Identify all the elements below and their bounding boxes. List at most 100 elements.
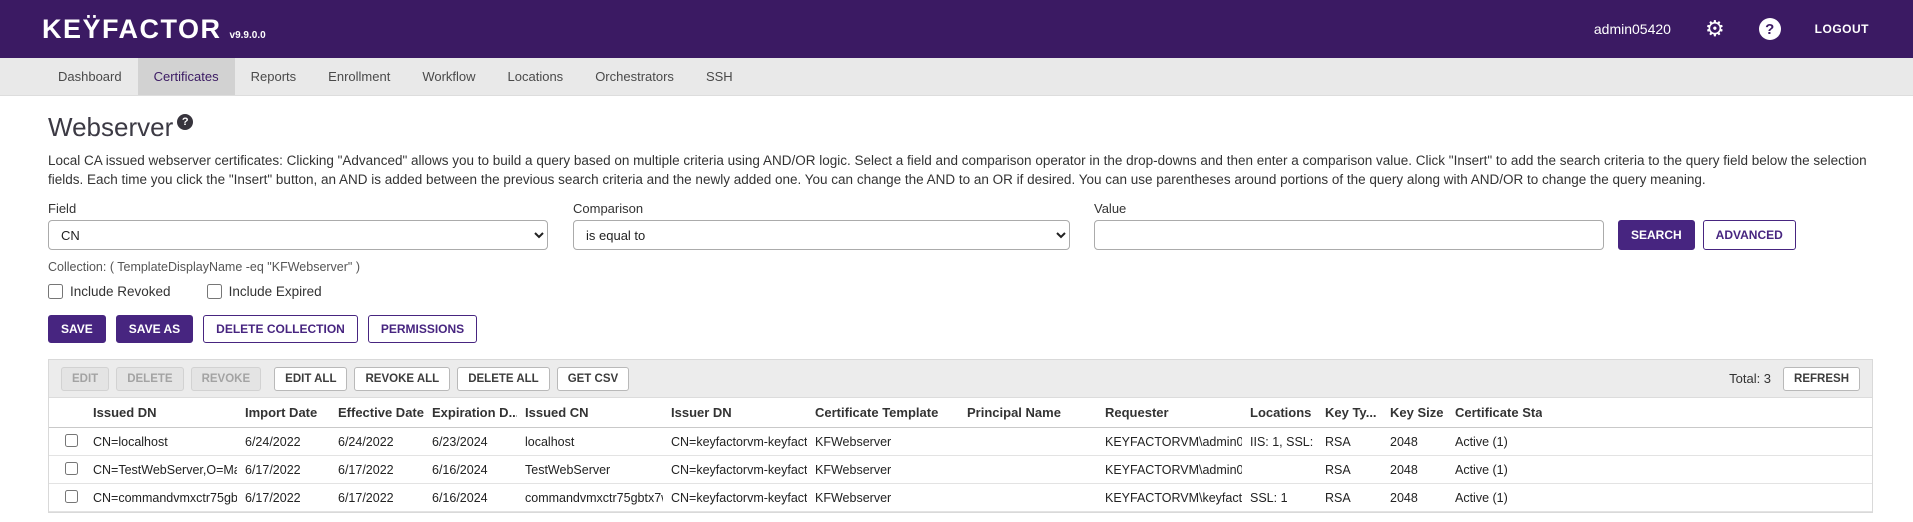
row-checkbox[interactable] <box>65 462 78 475</box>
edit-all-button[interactable]: EDIT ALL <box>274 367 347 391</box>
nav-item-dashboard[interactable]: Dashboard <box>42 58 138 95</box>
value-label: Value <box>1094 201 1604 216</box>
table-cell: KFWebserver <box>807 484 959 512</box>
row-checkbox-cell <box>49 428 85 456</box>
settings-gear-icon[interactable]: ⚙ <box>1705 18 1725 40</box>
table-cell: CN=localhost <box>85 428 237 456</box>
revoke-button[interactable]: REVOKE <box>191 367 262 391</box>
revoke-all-button[interactable]: REVOKE ALL <box>354 367 450 391</box>
table-cell: 2048 <box>1382 484 1447 512</box>
table-cell: localhost <box>517 428 663 456</box>
table-cell: SSL: 1 <box>1242 484 1317 512</box>
title-help-icon[interactable]: ? <box>177 114 193 130</box>
page-title: Webserver <box>48 112 173 143</box>
row-checkbox-cell <box>49 456 85 484</box>
app-version: v9.9.0.0 <box>230 30 266 41</box>
table-cell <box>959 456 1097 484</box>
edit-button[interactable]: EDIT <box>61 367 109 391</box>
row-checkbox[interactable] <box>65 490 78 503</box>
search-form: Field CN Comparison is equal to Value SE… <box>48 201 1873 250</box>
column-header[interactable]: Issuer DN <box>663 398 807 428</box>
table-body: CN=localhost6/24/20226/24/20226/23/2024l… <box>49 428 1872 512</box>
delete-all-button[interactable]: DELETE ALL <box>457 367 550 391</box>
table-cell: KFWebserver <box>807 428 959 456</box>
table-cell: RSA <box>1317 484 1382 512</box>
nav-item-certificates[interactable]: Certificates <box>138 58 235 95</box>
nav-item-workflow[interactable]: Workflow <box>406 58 491 95</box>
column-header[interactable]: Import Date <box>237 398 330 428</box>
value-input[interactable] <box>1094 220 1604 250</box>
table-cell: TestWebServer <box>517 456 663 484</box>
cell-filler <box>1542 484 1872 512</box>
search-button[interactable]: SEARCH <box>1618 220 1695 250</box>
table-cell <box>959 428 1097 456</box>
table-toolbar: EDIT DELETE REVOKE EDIT ALL REVOKE ALL D… <box>49 360 1872 398</box>
cell-filler <box>1542 456 1872 484</box>
nav-item-orchestrators[interactable]: Orchestrators <box>579 58 690 95</box>
table-cell: CN=keyfactorvm-keyfactor-... <box>663 456 807 484</box>
column-header[interactable]: Key Size <box>1382 398 1447 428</box>
table-row[interactable]: CN=commandvmxctr75gbtx...6/17/20226/17/2… <box>49 484 1872 512</box>
table-cell: 6/17/2022 <box>237 484 330 512</box>
column-header[interactable]: Issued DN <box>85 398 237 428</box>
field-select[interactable]: CN <box>48 220 548 250</box>
delete-collection-button[interactable]: DELETE COLLECTION <box>203 315 358 343</box>
header-help-icon[interactable]: ? <box>1759 18 1781 40</box>
comparison-select[interactable]: is equal to <box>573 220 1070 250</box>
nav-item-enrollment[interactable]: Enrollment <box>312 58 406 95</box>
comparison-label: Comparison <box>573 201 1070 216</box>
filter-options: Include Revoked Include Expired <box>48 284 1873 299</box>
refresh-button[interactable]: REFRESH <box>1783 367 1860 391</box>
table-cell: 2048 <box>1382 456 1447 484</box>
column-header[interactable]: Principal Name <box>959 398 1097 428</box>
include-revoked-option[interactable]: Include Revoked <box>48 284 171 299</box>
table-cell: Active (1) <box>1447 456 1542 484</box>
table-cell: 6/16/2024 <box>424 456 517 484</box>
save-button[interactable]: SAVE <box>48 315 106 343</box>
get-csv-button[interactable]: GET CSV <box>557 367 629 391</box>
keyfactor-logo: KEŸFACTOR <box>42 14 222 45</box>
table-cell: 6/23/2024 <box>424 428 517 456</box>
row-checkbox-cell <box>49 484 85 512</box>
table-header: Issued DNImport DateEffective DateExpira… <box>49 398 1872 428</box>
column-header[interactable]: Requester <box>1097 398 1242 428</box>
table-cell: RSA <box>1317 428 1382 456</box>
delete-button[interactable]: DELETE <box>116 367 183 391</box>
nav-item-ssh[interactable]: SSH <box>690 58 749 95</box>
logout-button[interactable]: LOGOUT <box>1815 22 1869 36</box>
column-header[interactable]: Certificate Template <box>807 398 959 428</box>
permissions-button[interactable]: PERMISSIONS <box>368 315 477 343</box>
collection-query-text: Collection: ( TemplateDisplayName -eq "K… <box>48 260 1873 274</box>
table-cell: CN=commandvmxctr75gbtx... <box>85 484 237 512</box>
main-nav: Dashboard Certificates Reports Enrollmen… <box>0 58 1913 96</box>
include-revoked-checkbox[interactable] <box>48 284 63 299</box>
nav-item-reports[interactable]: Reports <box>235 58 313 95</box>
row-checkbox[interactable] <box>65 434 78 447</box>
table-cell: 6/24/2022 <box>237 428 330 456</box>
include-expired-checkbox[interactable] <box>207 284 222 299</box>
table-cell: 2048 <box>1382 428 1447 456</box>
nav-item-locations[interactable]: Locations <box>492 58 580 95</box>
certificates-table: Issued DNImport DateEffective DateExpira… <box>49 398 1872 512</box>
save-as-button[interactable]: SAVE AS <box>116 315 193 343</box>
table-row[interactable]: CN=localhost6/24/20226/24/20226/23/2024l… <box>49 428 1872 456</box>
brand: KEŸFACTOR v9.9.0.0 <box>42 14 266 45</box>
column-header[interactable]: Certificate Sta... <box>1447 398 1542 428</box>
column-header[interactable]: Expiration D... <box>424 398 517 428</box>
advanced-button[interactable]: ADVANCED <box>1703 220 1796 250</box>
collection-actions: SAVE SAVE AS DELETE COLLECTION PERMISSIO… <box>48 315 1873 343</box>
app-header: KEŸFACTOR v9.9.0.0 admin05420 ⚙ ? LOGOUT <box>0 0 1913 58</box>
table-cell <box>959 484 1097 512</box>
include-expired-option[interactable]: Include Expired <box>207 284 322 299</box>
column-header[interactable]: Locations <box>1242 398 1317 428</box>
column-header[interactable]: Issued CN <box>517 398 663 428</box>
table-cell: CN=keyfactorvm-keyfactor-... <box>663 428 807 456</box>
total-count: Total: 3 <box>1729 371 1771 386</box>
select-all-cell <box>49 398 85 428</box>
table-cell: Active (1) <box>1447 428 1542 456</box>
table-row[interactable]: CN=TestWebServer,O=Mac...6/17/20226/17/2… <box>49 456 1872 484</box>
table-cell: RSA <box>1317 456 1382 484</box>
column-header[interactable]: Key Ty... <box>1317 398 1382 428</box>
column-header[interactable]: Effective Date <box>330 398 424 428</box>
table-cell: commandvmxctr75gbtx7wy... <box>517 484 663 512</box>
